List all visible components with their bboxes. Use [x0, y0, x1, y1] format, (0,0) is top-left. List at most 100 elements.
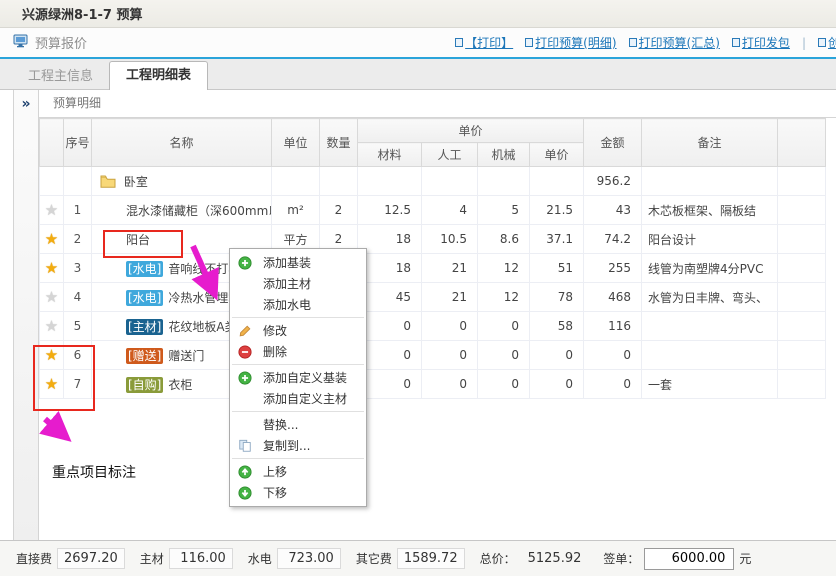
menu-add-main-material[interactable]: 添加主材 [230, 273, 366, 294]
star-icon[interactable]: ★ [45, 317, 58, 335]
collapse-strip[interactable]: » [13, 90, 39, 540]
item-name: 赠送门 [168, 349, 204, 363]
other-fee-value: 1589.72 [397, 548, 465, 569]
group-name: 卧室 [124, 175, 148, 189]
table-row-highlighted[interactable]: ★ 2 阳台 平方 2 18 10.5 8.6 37.1 74.2 阳台设计 [40, 225, 826, 254]
item-name: 花纹地板A类 [168, 320, 236, 334]
menu-label: 修改 [263, 322, 287, 339]
table-row[interactable]: ★ 3 [水电]音响线不打槽 18 21 12 51 255 线管为南塑牌4分P… [40, 254, 826, 283]
cell-note: 一套 [642, 370, 778, 399]
print-contract-link[interactable]: 打印发包 [732, 34, 790, 51]
tab-project-detail-table[interactable]: 工程明细表 [109, 61, 208, 90]
tag-shuidian: [水电] [126, 261, 163, 277]
plumbing-value: 723.00 [277, 548, 341, 569]
menu-add-plumbing[interactable]: 添加水电 [230, 294, 366, 315]
menu-label: 添加水电 [263, 296, 311, 313]
menu-label: 添加基装 [263, 254, 311, 271]
down-circle-icon [238, 485, 258, 501]
menu-add-custom-base[interactable]: 添加自定义基装 [230, 367, 366, 388]
menu-move-up[interactable]: 上移 [230, 461, 366, 482]
panel-title: 预算报价 [35, 33, 87, 52]
menu-replace[interactable]: 替换... [230, 414, 366, 435]
star-icon[interactable]: ★ [45, 346, 58, 364]
tag-shuidian: [水电] [126, 290, 163, 306]
left-gutter [0, 90, 13, 540]
main-material-value: 116.00 [169, 548, 233, 569]
cell-note: 木芯板框架、隔板结 [642, 196, 778, 225]
print-icon [525, 38, 533, 47]
print-link[interactable]: 【打印】 [455, 34, 513, 51]
group-row[interactable]: 卧室 956.2 [40, 167, 826, 196]
sign-amount-input[interactable] [644, 548, 734, 570]
star-icon[interactable]: ★ [45, 288, 58, 306]
other-fee-label: 其它费 [356, 550, 392, 567]
header-extra [778, 119, 826, 167]
print-icon [629, 38, 637, 47]
cell-star: ★ [40, 225, 64, 254]
create-link[interactable]: 创建 [818, 34, 836, 51]
report-monitor-icon [13, 33, 29, 52]
menu-edit[interactable]: 修改 [230, 320, 366, 341]
tab-project-main-info[interactable]: 工程主信息 [12, 64, 109, 89]
tag-zengsong: [赠送] [126, 348, 163, 364]
add-circle-icon [238, 255, 258, 271]
header-material: 材料 [358, 143, 422, 167]
cell-amount: 0 [584, 341, 642, 370]
cell-note [642, 341, 778, 370]
menu-separator [232, 458, 364, 459]
print-links: 【打印】 打印预算(明细) 打印预算(汇总) 打印发包 | 创建 [455, 34, 836, 51]
table-row[interactable]: ★ 1 混水漆储藏柜（深600mm以 m² 2 12.5 4 5 21.5 43… [40, 196, 826, 225]
direct-fee-value: 2697.20 [57, 548, 125, 569]
main-material-label: 主材 [140, 550, 164, 567]
cell-note: 线管为南塑牌4分PVC [642, 254, 778, 283]
budget-table: 序号 名称 单位 数量 单价 金额 备注 材料 人工 机械 单价 [39, 118, 826, 399]
menu-add-base-decoration[interactable]: 添加基装 [230, 252, 366, 273]
cell-seq: 3 [64, 254, 92, 283]
tag-zhucai: [主材] [126, 319, 163, 335]
header-seq: 序号 [64, 119, 92, 167]
cell-amount: 956.2 [584, 167, 642, 196]
header-unitprice-group: 单价 [358, 119, 584, 143]
menu-label: 删除 [263, 343, 287, 360]
toolbar: 预算报价 【打印】 打印预算(明细) 打印预算(汇总) 打印发包 | 创建 [0, 28, 836, 59]
table-row[interactable]: ★ 7 [自购]衣柜 0 0 0 0 0 一套 [40, 370, 826, 399]
direct-fee-label: 直接费 [16, 550, 52, 567]
table-row[interactable]: ★ 4 [水电]冷热水管埋墙 45 21 12 78 468 水管为日丰牌、弯头… [40, 283, 826, 312]
header-note: 备注 [642, 119, 778, 167]
copy-icon [238, 438, 258, 454]
print-budget-detail-link[interactable]: 打印预算(明细) [525, 34, 616, 51]
star-icon[interactable]: ★ [45, 201, 58, 219]
print-link-label: 打印发包 [742, 34, 790, 51]
print-budget-summary-link[interactable]: 打印预算(汇总) [629, 34, 720, 51]
menu-label: 下移 [263, 484, 287, 501]
cell-seq: 2 [64, 225, 92, 254]
print-link-label: 创建 [828, 34, 836, 51]
menu-label: 添加主材 [263, 275, 311, 292]
table-row[interactable]: ★ 5 [主材]花纹地板A类 0 0 0 58 116 [40, 312, 826, 341]
menu-delete[interactable]: 删除 [230, 341, 366, 362]
item-name: 阳台 [126, 233, 150, 247]
main-panel: 预算明细 序号 名称 单位 数量 单价 金额 [39, 90, 836, 540]
tag-zigou: [自购] [126, 377, 163, 393]
annotation-text: 重点项目标注 [52, 462, 136, 482]
star-icon[interactable]: ★ [45, 375, 58, 393]
star-icon[interactable]: ★ [45, 259, 58, 277]
cell-star: ★ [40, 196, 64, 225]
menu-add-custom-material[interactable]: 添加自定义主材 [230, 388, 366, 409]
cell-star: ★ [40, 283, 64, 312]
section-title: 预算明细 [39, 90, 836, 118]
cell-amount: 255 [584, 254, 642, 283]
cell-seq: 1 [64, 196, 92, 225]
context-menu: 添加基装 添加主材 添加水电 修改 删除 添加自定义基装 添加自定义主材 [229, 248, 367, 507]
expand-chevrons-icon: » [21, 96, 30, 112]
table-row[interactable]: ★ 6 [赠送]赠送门 0 0 0 0 0 [40, 341, 826, 370]
star-icon[interactable]: ★ [45, 230, 58, 248]
print-icon [455, 38, 463, 47]
cell-star: ★ [40, 370, 64, 399]
menu-move-down[interactable]: 下移 [230, 482, 366, 503]
print-link-label: 【打印】 [465, 34, 513, 51]
menu-copy-to[interactable]: 复制到... [230, 435, 366, 456]
cell-seq: 5 [64, 312, 92, 341]
pencil-icon [238, 323, 258, 339]
header-unitprice: 单价 [530, 143, 584, 167]
